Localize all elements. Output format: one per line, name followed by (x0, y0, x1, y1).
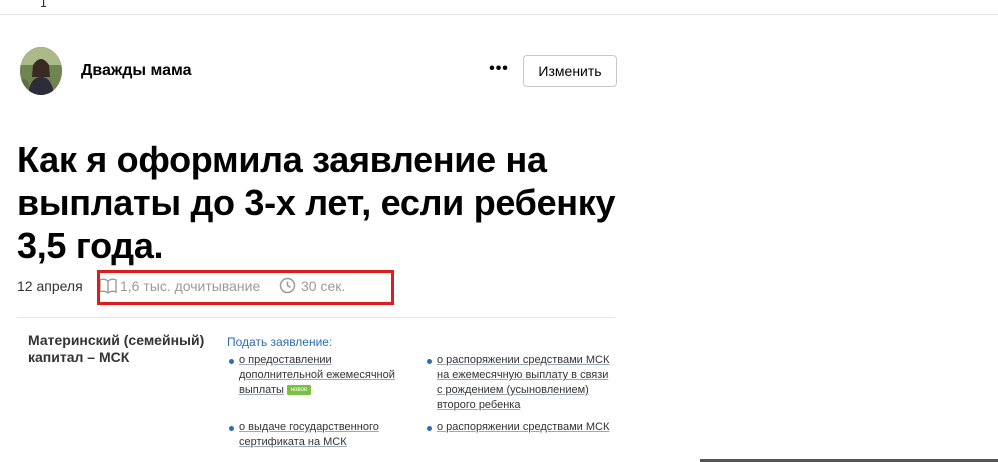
embed-link-disposal[interactable]: о распоряжении средствами МСК (437, 420, 612, 435)
embed-divider (17, 317, 615, 318)
bullet-icon (229, 426, 234, 431)
bullet-icon (427, 359, 432, 364)
bullet-icon (427, 426, 432, 431)
new-badge: новое (286, 385, 311, 396)
avatar[interactable] (20, 47, 62, 95)
more-options-button[interactable]: ••• (486, 59, 512, 83)
author-name[interactable]: Дважды мама (81, 62, 192, 80)
link-text: о предоставлении дополнительной ежемесяч… (239, 354, 395, 396)
edit-button[interactable]: Изменить (523, 55, 617, 87)
bullet-icon (229, 359, 234, 364)
author-row: Дважды мама ••• Изменить (20, 47, 618, 97)
apply-label: Подать заявление: (227, 335, 333, 349)
highlight-box (97, 270, 394, 305)
publish-date: 12 апреля (17, 278, 83, 294)
top-divider (0, 14, 998, 15)
text-cursor-icon: I (40, 0, 48, 10)
embed-link-additional-payment[interactable]: о предоставлении дополнительной ежемесяч… (239, 353, 399, 398)
embed-link-monthly-payment[interactable]: о распоряжении средствами МСК на ежемеся… (437, 353, 612, 413)
embed-link-certificate[interactable]: о выдаче государственного сертификата на… (239, 420, 399, 450)
article-title: Как я оформила заявление на выплаты до 3… (17, 139, 616, 266)
embed-heading: Материнский (семейный) капитал – МСК (28, 332, 205, 365)
embedded-screenshot: Материнский (семейный) капитал – МСК Под… (17, 317, 615, 462)
